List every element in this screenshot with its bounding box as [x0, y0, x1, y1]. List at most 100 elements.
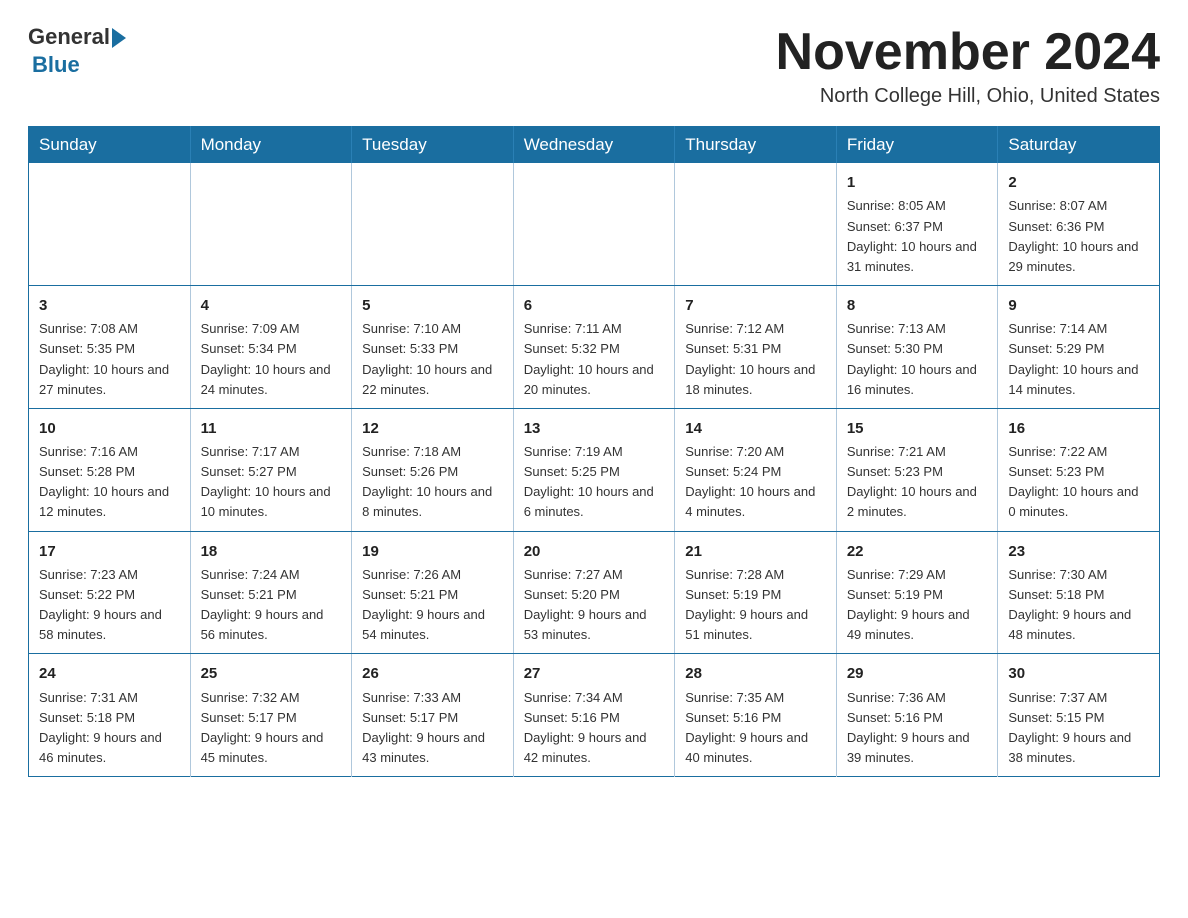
- weekday-header-friday: Friday: [836, 127, 998, 164]
- day-info-text: Daylight: 10 hours and 4 minutes.: [685, 482, 826, 522]
- day-info-text: Daylight: 10 hours and 12 minutes.: [39, 482, 180, 522]
- day-info-text: Daylight: 9 hours and 51 minutes.: [685, 605, 826, 645]
- day-info-text: Sunrise: 7:11 AM: [524, 319, 665, 339]
- day-info-text: Sunrise: 7:14 AM: [1008, 319, 1149, 339]
- day-info-text: Daylight: 9 hours and 58 minutes.: [39, 605, 180, 645]
- day-info-text: Sunrise: 7:21 AM: [847, 442, 988, 462]
- day-number: 10: [39, 417, 180, 440]
- day-info-text: Daylight: 10 hours and 10 minutes.: [201, 482, 342, 522]
- day-info-text: Sunset: 5:18 PM: [1008, 585, 1149, 605]
- calendar-cell: 23Sunrise: 7:30 AMSunset: 5:18 PMDayligh…: [998, 531, 1160, 654]
- day-info-text: Sunrise: 7:18 AM: [362, 442, 503, 462]
- day-info-text: Daylight: 9 hours and 46 minutes.: [39, 728, 180, 768]
- day-number: 8: [847, 294, 988, 317]
- day-info-text: Daylight: 9 hours and 42 minutes.: [524, 728, 665, 768]
- day-number: 11: [201, 417, 342, 440]
- calendar-cell: 14Sunrise: 7:20 AMSunset: 5:24 PMDayligh…: [675, 408, 837, 531]
- day-info-text: Sunset: 5:19 PM: [847, 585, 988, 605]
- calendar-cell: 21Sunrise: 7:28 AMSunset: 5:19 PMDayligh…: [675, 531, 837, 654]
- day-info-text: Sunset: 5:15 PM: [1008, 708, 1149, 728]
- day-number: 25: [201, 662, 342, 685]
- day-info-text: Sunset: 5:27 PM: [201, 462, 342, 482]
- calendar-header-row: SundayMondayTuesdayWednesdayThursdayFrid…: [29, 127, 1160, 164]
- day-info-text: Sunrise: 7:36 AM: [847, 688, 988, 708]
- day-info-text: Daylight: 9 hours and 53 minutes.: [524, 605, 665, 645]
- day-info-text: Daylight: 10 hours and 6 minutes.: [524, 482, 665, 522]
- day-number: 7: [685, 294, 826, 317]
- title-block: November 2024 North College Hill, Ohio, …: [776, 24, 1160, 108]
- calendar-cell: 15Sunrise: 7:21 AMSunset: 5:23 PMDayligh…: [836, 408, 998, 531]
- day-info-text: Sunset: 5:32 PM: [524, 339, 665, 359]
- day-number: 30: [1008, 662, 1149, 685]
- day-info-text: Sunrise: 7:33 AM: [362, 688, 503, 708]
- calendar-cell: 22Sunrise: 7:29 AMSunset: 5:19 PMDayligh…: [836, 531, 998, 654]
- logo-blue-text: Blue: [32, 52, 80, 78]
- day-info-text: Sunset: 6:37 PM: [847, 217, 988, 237]
- day-number: 13: [524, 417, 665, 440]
- day-number: 9: [1008, 294, 1149, 317]
- day-info-text: Daylight: 10 hours and 31 minutes.: [847, 237, 988, 277]
- calendar-cell: 26Sunrise: 7:33 AMSunset: 5:17 PMDayligh…: [352, 654, 514, 777]
- day-info-text: Sunrise: 7:32 AM: [201, 688, 342, 708]
- logo-general-text: General: [28, 24, 110, 50]
- day-info-text: Sunrise: 7:13 AM: [847, 319, 988, 339]
- day-info-text: Sunrise: 8:05 AM: [847, 196, 988, 216]
- calendar-cell: 16Sunrise: 7:22 AMSunset: 5:23 PMDayligh…: [998, 408, 1160, 531]
- calendar-cell: 1Sunrise: 8:05 AMSunset: 6:37 PMDaylight…: [836, 163, 998, 285]
- day-info-text: Sunset: 5:20 PM: [524, 585, 665, 605]
- day-info-text: Sunrise: 7:35 AM: [685, 688, 826, 708]
- day-info-text: Sunset: 6:36 PM: [1008, 217, 1149, 237]
- day-info-text: Daylight: 10 hours and 8 minutes.: [362, 482, 503, 522]
- day-info-text: Daylight: 10 hours and 0 minutes.: [1008, 482, 1149, 522]
- day-info-text: Sunrise: 7:08 AM: [39, 319, 180, 339]
- calendar-cell: 9Sunrise: 7:14 AMSunset: 5:29 PMDaylight…: [998, 286, 1160, 409]
- day-info-text: Daylight: 9 hours and 39 minutes.: [847, 728, 988, 768]
- calendar-cell: 25Sunrise: 7:32 AMSunset: 5:17 PMDayligh…: [190, 654, 352, 777]
- day-info-text: Sunset: 5:25 PM: [524, 462, 665, 482]
- day-info-text: Daylight: 10 hours and 14 minutes.: [1008, 360, 1149, 400]
- calendar-cell: 7Sunrise: 7:12 AMSunset: 5:31 PMDaylight…: [675, 286, 837, 409]
- day-info-text: Sunrise: 8:07 AM: [1008, 196, 1149, 216]
- calendar-week-row: 3Sunrise: 7:08 AMSunset: 5:35 PMDaylight…: [29, 286, 1160, 409]
- day-info-text: Daylight: 9 hours and 43 minutes.: [362, 728, 503, 768]
- day-info-text: Sunset: 5:21 PM: [201, 585, 342, 605]
- day-info-text: Sunrise: 7:29 AM: [847, 565, 988, 585]
- day-info-text: Sunrise: 7:34 AM: [524, 688, 665, 708]
- day-number: 22: [847, 540, 988, 563]
- calendar-week-row: 10Sunrise: 7:16 AMSunset: 5:28 PMDayligh…: [29, 408, 1160, 531]
- calendar-cell: 10Sunrise: 7:16 AMSunset: 5:28 PMDayligh…: [29, 408, 191, 531]
- calendar-cell: 19Sunrise: 7:26 AMSunset: 5:21 PMDayligh…: [352, 531, 514, 654]
- day-info-text: Daylight: 10 hours and 27 minutes.: [39, 360, 180, 400]
- day-number: 16: [1008, 417, 1149, 440]
- day-info-text: Sunrise: 7:16 AM: [39, 442, 180, 462]
- day-number: 17: [39, 540, 180, 563]
- calendar-cell: 18Sunrise: 7:24 AMSunset: 5:21 PMDayligh…: [190, 531, 352, 654]
- day-info-text: Sunset: 5:23 PM: [847, 462, 988, 482]
- day-number: 23: [1008, 540, 1149, 563]
- day-info-text: Sunrise: 7:31 AM: [39, 688, 180, 708]
- day-info-text: Sunrise: 7:20 AM: [685, 442, 826, 462]
- calendar-week-row: 24Sunrise: 7:31 AMSunset: 5:18 PMDayligh…: [29, 654, 1160, 777]
- day-info-text: Sunset: 5:16 PM: [685, 708, 826, 728]
- day-info-text: Sunset: 5:28 PM: [39, 462, 180, 482]
- day-number: 5: [362, 294, 503, 317]
- calendar-cell: 17Sunrise: 7:23 AMSunset: 5:22 PMDayligh…: [29, 531, 191, 654]
- weekday-header-saturday: Saturday: [998, 127, 1160, 164]
- page-header: General Blue November 2024 North College…: [28, 24, 1160, 108]
- day-number: 2: [1008, 171, 1149, 194]
- day-info-text: Sunset: 5:21 PM: [362, 585, 503, 605]
- day-info-text: Daylight: 9 hours and 45 minutes.: [201, 728, 342, 768]
- calendar-cell: 12Sunrise: 7:18 AMSunset: 5:26 PMDayligh…: [352, 408, 514, 531]
- calendar-cell: 28Sunrise: 7:35 AMSunset: 5:16 PMDayligh…: [675, 654, 837, 777]
- day-info-text: Sunset: 5:17 PM: [362, 708, 503, 728]
- day-info-text: Sunset: 5:34 PM: [201, 339, 342, 359]
- calendar-cell: 27Sunrise: 7:34 AMSunset: 5:16 PMDayligh…: [513, 654, 675, 777]
- day-number: 14: [685, 417, 826, 440]
- day-info-text: Sunrise: 7:10 AM: [362, 319, 503, 339]
- day-info-text: Sunrise: 7:28 AM: [685, 565, 826, 585]
- calendar-cell: 24Sunrise: 7:31 AMSunset: 5:18 PMDayligh…: [29, 654, 191, 777]
- day-info-text: Daylight: 9 hours and 38 minutes.: [1008, 728, 1149, 768]
- weekday-header-wednesday: Wednesday: [513, 127, 675, 164]
- calendar-cell: 4Sunrise: 7:09 AMSunset: 5:34 PMDaylight…: [190, 286, 352, 409]
- day-number: 19: [362, 540, 503, 563]
